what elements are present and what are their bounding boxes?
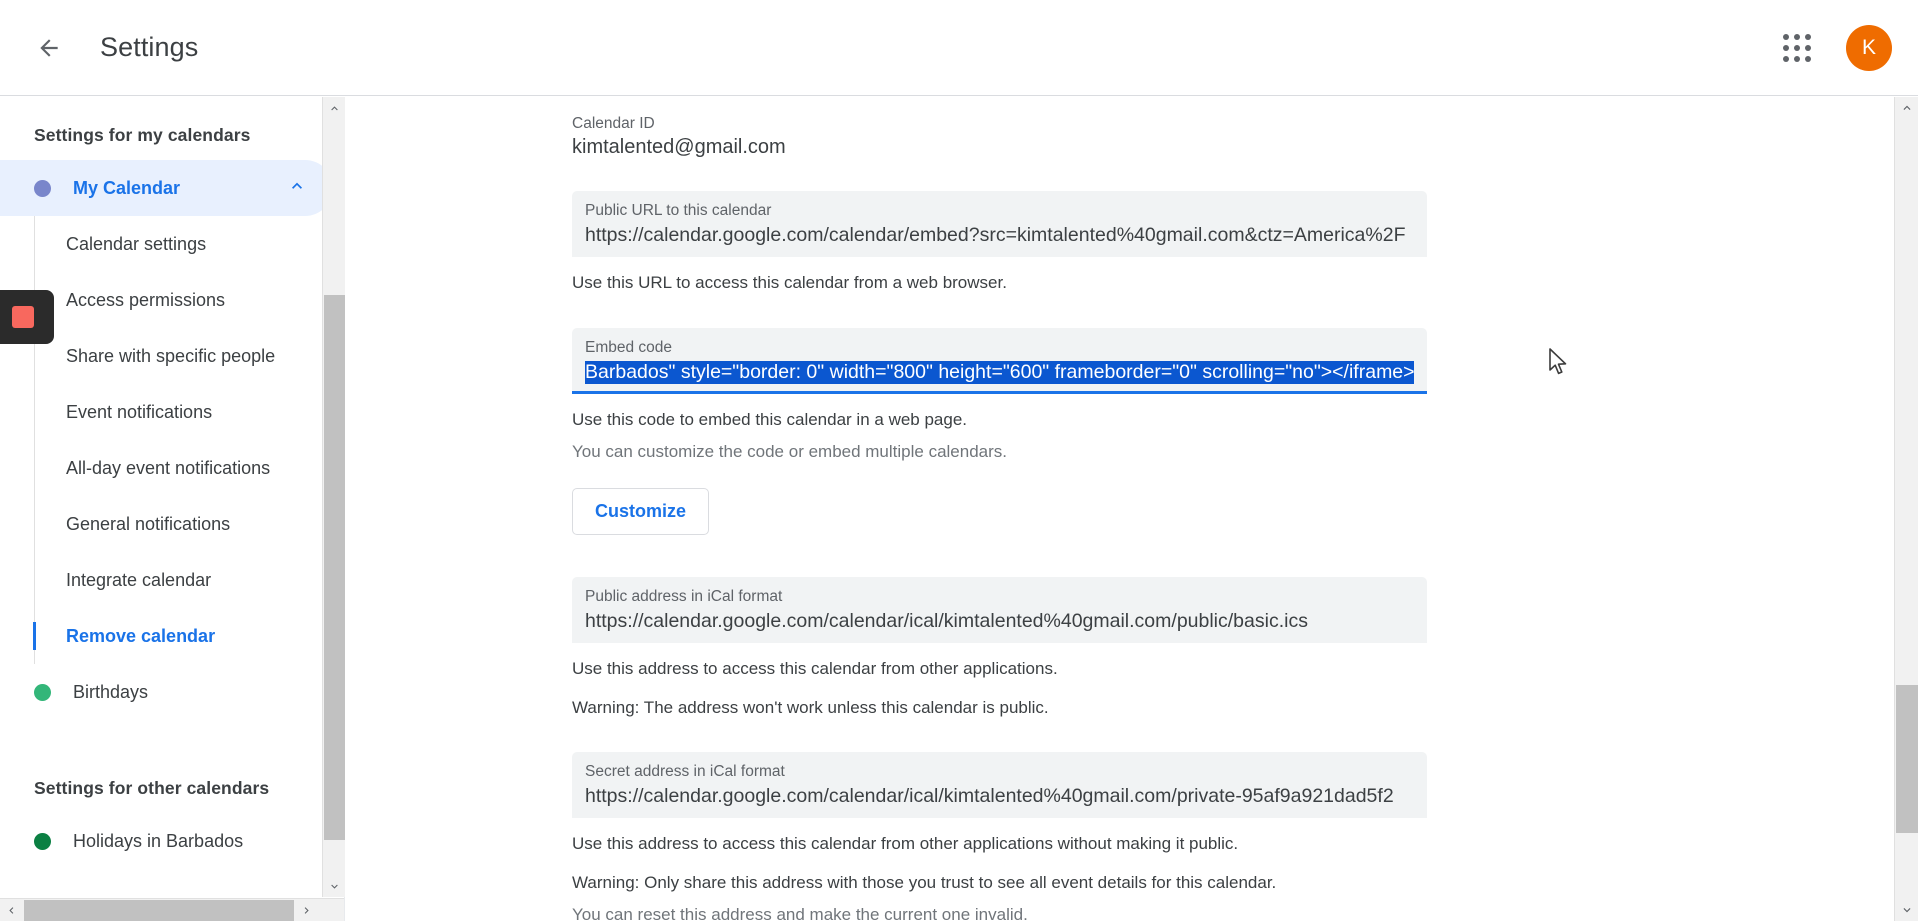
public-url-group: Public URL to this calendar https://cale… <box>572 191 1894 296</box>
page-title: Settings <box>100 32 199 62</box>
customize-button[interactable]: Customize <box>572 487 710 535</box>
sidebar-subitem-label: Event notifications <box>66 401 213 422</box>
settings-page: Settings K Settings for my calendars My … <box>0 0 1918 921</box>
app-header: Settings K <box>0 0 1918 96</box>
calendar-id-value: kimtalented@gmail.com <box>572 136 786 158</box>
header-actions: K <box>1770 21 1892 75</box>
settings-main-panel: Calendar ID kimtalented@gmail.com Public… <box>346 97 1894 921</box>
chevron-up-icon[interactable] <box>1895 97 1918 119</box>
window-vertical-scrollbar[interactable] <box>1894 97 1918 921</box>
window-vscroll-thumb[interactable] <box>1896 685 1918 833</box>
chevron-down-icon[interactable] <box>323 875 346 897</box>
sidebar-item-event-notifications[interactable]: Event notifications <box>0 384 344 440</box>
embed-code-label: Embed code <box>585 338 673 356</box>
sidebar-subitem-label: Share with specific people <box>66 345 276 366</box>
sidebar-subitem-label: Integrate calendar <box>66 569 212 590</box>
chevron-left-icon[interactable] <box>0 899 23 921</box>
public-url-value: https://calendar.google.com/calendar/emb… <box>585 224 1406 246</box>
public-ical-group: Public address in iCal format https://ca… <box>572 576 1894 720</box>
sidebar-subitem-label: General notifications <box>66 513 231 534</box>
chevron-right-icon[interactable] <box>295 899 318 921</box>
sidebar-section-my-calendars: Settings for my calendars <box>34 125 251 145</box>
embed-code-help: Use this code to embed this calendar in … <box>572 409 968 429</box>
sidebar-horizontal-scrollbar[interactable] <box>0 898 344 921</box>
sidebar-subitem-label: Remove calendar <box>66 625 216 646</box>
sidebar-subitem-label: Calendar settings <box>66 233 207 254</box>
stop-square-icon <box>12 306 34 328</box>
sidebar-subitem-label: Access permissions <box>66 289 226 310</box>
back-arrow-icon <box>40 38 58 57</box>
sidebar-vscroll-thumb[interactable] <box>324 295 345 840</box>
sidebar-item-birthdays[interactable]: Birthdays <box>0 664 333 720</box>
calendar-color-dot <box>34 179 51 197</box>
sidebar-vertical-scrollbar[interactable] <box>322 97 345 897</box>
public-ical-warning: Warning: The address won't work unless t… <box>572 697 1049 717</box>
embed-code-selected-text: Barbados" style="border: 0" width="800" … <box>585 360 1414 384</box>
sidebar-item-label: My Calendar <box>73 177 181 198</box>
avatar[interactable]: K <box>1846 24 1892 71</box>
sidebar-subitems: Calendar settings Access permissions Sha… <box>0 216 344 664</box>
secret-ical-label: Secret address in iCal format <box>585 763 785 781</box>
sidebar-subitem-label: All-day event notifications <box>66 457 271 478</box>
public-ical-value: https://calendar.google.com/calendar/ica… <box>585 609 1308 632</box>
sidebar-item-my-calendar[interactable]: My Calendar <box>0 160 333 216</box>
back-button[interactable] <box>20 19 78 77</box>
secret-ical-warning: Warning: Only share this address with th… <box>572 872 1277 892</box>
apps-grid-icon[interactable] <box>1770 21 1824 75</box>
public-url-label: Public URL to this calendar <box>585 202 772 219</box>
secret-ical-help-muted: You can reset this address and make the … <box>572 905 1028 921</box>
secret-ical-field[interactable]: Secret address in iCal format https://ca… <box>572 752 1427 819</box>
public-url-help: Use this URL to access this calendar fro… <box>572 273 1007 292</box>
public-ical-field[interactable]: Public address in iCal format https://ca… <box>572 576 1427 643</box>
chevron-up-icon[interactable] <box>323 97 346 119</box>
calendar-color-dot <box>34 832 51 850</box>
embed-code-field[interactable]: Embed code Barbados" style="border: 0" w… <box>572 327 1427 394</box>
sidebar-item-all-day-event-notifications[interactable]: All-day event notifications <box>0 440 344 496</box>
calendar-color-dot <box>34 683 51 701</box>
sidebar-item-remove-calendar[interactable]: Remove calendar <box>0 608 344 664</box>
sidebar-item-label: Holidays in Barbados <box>73 830 244 851</box>
calendar-id-group: Calendar ID kimtalented@gmail.com <box>572 115 1894 159</box>
chevron-down-icon[interactable] <box>1895 899 1918 921</box>
public-ical-label: Public address in iCal format <box>585 587 783 605</box>
chevron-up-icon[interactable] <box>287 176 307 201</box>
sidebar-item-integrate-calendar[interactable]: Integrate calendar <box>0 552 344 608</box>
secret-ical-help: Use this address to access this calendar… <box>572 834 1239 854</box>
sidebar-hscroll-thumb[interactable] <box>24 900 294 921</box>
settings-sidebar: Settings for my calendars My Calendar Ca… <box>0 97 345 921</box>
sidebar-item-label: Birthdays <box>73 681 149 702</box>
embed-code-help-muted: You can customize the code or embed mult… <box>572 442 1008 462</box>
sidebar-item-holidays-in-barbados[interactable]: Holidays in Barbados <box>0 813 333 869</box>
calendar-id-label: Calendar ID <box>572 115 655 132</box>
sidebar-item-general-notifications[interactable]: General notifications <box>0 496 344 552</box>
public-ical-help: Use this address to access this calendar… <box>572 658 1058 678</box>
secret-ical-value: https://calendar.google.com/calendar/ica… <box>585 785 1394 808</box>
secret-ical-group: Secret address in iCal format https://ca… <box>572 752 1894 921</box>
embed-code-group: Embed code Barbados" style="border: 0" w… <box>572 327 1894 535</box>
sidebar-item-calendar-settings[interactable]: Calendar settings <box>0 216 344 272</box>
sidebar-section-other-calendars: Settings for other calendars <box>34 778 270 798</box>
stop-recording-indicator[interactable] <box>0 290 54 344</box>
embed-code-value: Barbados" style="border: 0" width="800" … <box>585 360 1414 384</box>
public-url-field[interactable]: Public URL to this calendar https://cale… <box>572 191 1427 257</box>
